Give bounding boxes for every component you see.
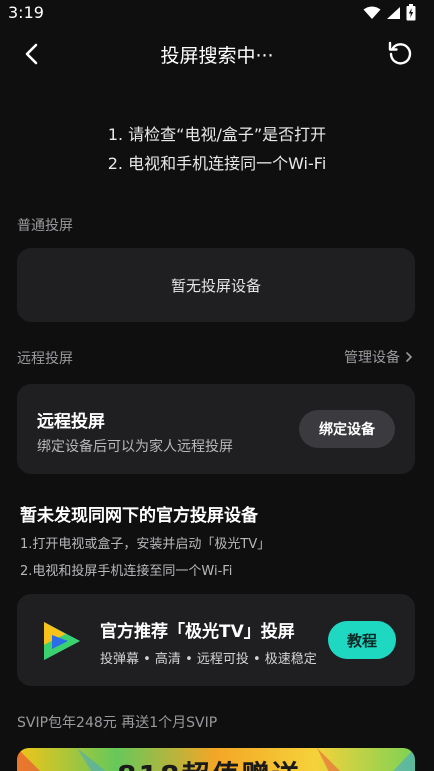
not-found-step-2: 2.电视和投屏手机连接至同一个Wi-Fi (20, 564, 233, 579)
manage-devices-link[interactable]: 管理设备 (344, 347, 414, 367)
tutorial-button[interactable]: 教程 (328, 621, 396, 659)
not-found-step-1: 1.打开电视或盒子，安装并启动「极光TV」 (20, 537, 271, 552)
signal-icon (387, 6, 400, 19)
not-found-title: 暂未发现同网下的官方投屏设备 (20, 506, 258, 526)
wifi-icon (363, 6, 381, 19)
remote-card-title: 远程投屏 (37, 412, 105, 432)
remote-cast-card: 远程投屏 绑定设备后可以为家人远程投屏 绑定设备 (17, 384, 415, 474)
normal-cast-label: 普通投屏 (17, 218, 73, 234)
refresh-icon (388, 41, 412, 65)
promo-features: 投弹幕 • 高清 • 远程可投 • 极速稳定 (100, 652, 317, 667)
remote-card-desc: 绑定设备后可以为家人远程投屏 (37, 439, 233, 455)
status-time: 3:19 (8, 3, 44, 22)
refresh-button[interactable] (386, 39, 414, 67)
manage-devices-label: 管理设备 (344, 350, 400, 366)
empty-device-text: 暂无投屏设备 (170, 276, 261, 295)
empty-device-card: 暂无投屏设备 (17, 248, 415, 322)
search-tips: 1. 请检查“电视/盒子”是否打开 2. 电视和手机连接同一个Wi-Fi (0, 120, 434, 178)
banner-text: 818超值赠送 (117, 754, 301, 771)
tip-line-1: 1. 请检查“电视/盒子”是否打开 (107, 125, 327, 144)
svip-promo-banner[interactable]: 818超值赠送 (17, 748, 415, 771)
svip-offer-text: SVIP包年248元 再送1个月SVIP (17, 715, 218, 731)
jiguang-tv-logo-icon (44, 622, 80, 660)
status-bar: 3:19 (0, 0, 434, 26)
tip-line-2: 2. 电视和手机连接同一个Wi-Fi (107, 154, 327, 173)
battery-charging-icon (406, 4, 416, 21)
top-bar: 投屏搜索中··· (0, 30, 434, 76)
page-title: 投屏搜索中··· (160, 45, 274, 67)
promo-title: 官方推荐「极光TV」投屏 (100, 622, 295, 642)
chevron-right-icon (406, 352, 413, 362)
remote-cast-label: 远程投屏 (17, 351, 73, 367)
jiguang-tv-promo-card[interactable]: 官方推荐「极光TV」投屏 投弹幕 • 高清 • 远程可投 • 极速稳定 教程 (17, 594, 415, 686)
bind-device-button[interactable]: 绑定设备 (299, 410, 395, 448)
status-icons (363, 4, 416, 21)
